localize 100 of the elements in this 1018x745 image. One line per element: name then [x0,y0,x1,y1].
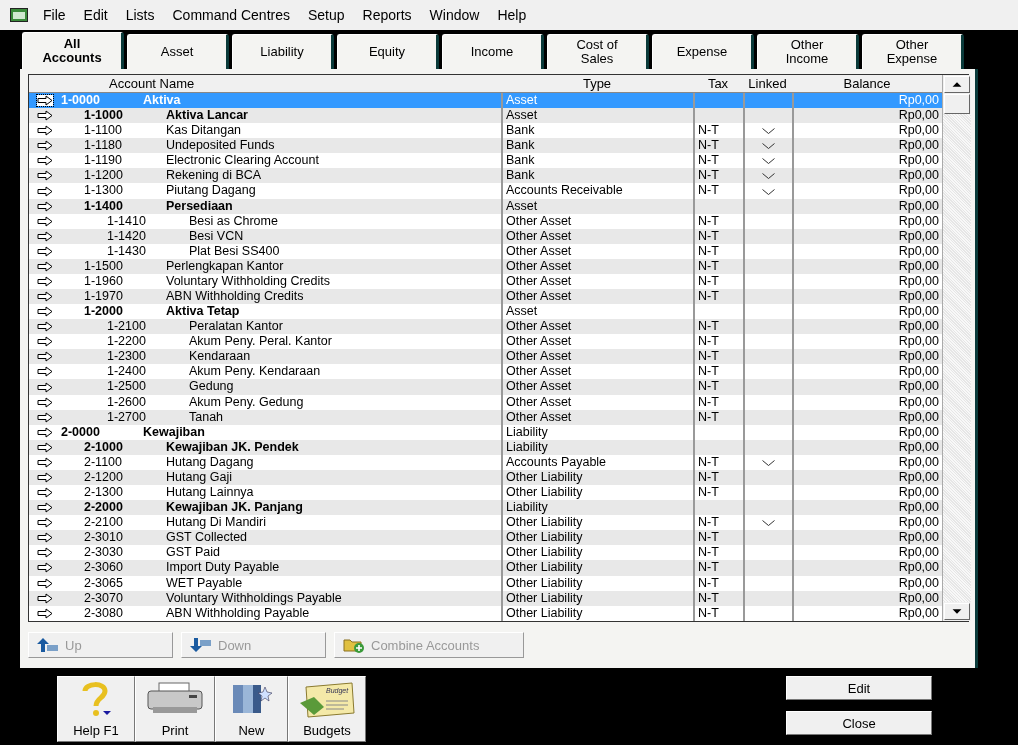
arrow-icon[interactable] [37,607,53,619]
arrow-icon[interactable] [37,245,53,257]
down-arrow-icon [190,637,212,653]
column-header[interactable]: Account Name [61,75,501,92]
menu-item[interactable]: Setup [299,7,354,23]
account-row[interactable]: 2-3010 GST Collected Other Liability N-T Rp0,00 [29,530,942,546]
arrow-icon[interactable] [37,155,53,167]
arrow-icon[interactable] [37,502,53,514]
arrow-icon[interactable] [37,185,53,197]
account-row[interactable]: 1-2300 Kendaraan Other Asset N-T Rp0,00 [29,349,942,365]
column-header[interactable]: Type [501,75,693,92]
account-row[interactable]: 1-1180 Undeposited Funds Bank N-T Rp0,00 [29,138,942,154]
tab[interactable]: Liability [232,34,334,69]
account-row[interactable]: 1-2100 Peralatan Kantor Other Asset N-T Rp0,00 [29,319,942,335]
menu-item[interactable]: Command Centres [163,7,299,23]
folder-plus-icon [343,637,365,653]
tab[interactable]: Other Expense [862,34,964,69]
arrow-icon[interactable] [37,110,53,122]
account-name: 2-0000 Kewajiban [61,424,206,440]
arrow-icon[interactable] [37,306,53,318]
edit-button[interactable]: Edit [786,676,932,700]
arrow-icon[interactable] [37,215,53,227]
arrow-icon[interactable] [37,230,53,242]
tab[interactable]: Equity [337,34,439,69]
account-name: 1-2100 Peralatan Kantor [106,319,284,335]
arrow-icon[interactable] [37,336,53,348]
account-row[interactable]: 2-3060 Import Duty Payable Other Liability N-T Rp0,00 [29,560,942,576]
account-row[interactable]: 1-1970 ABN Withholding Credits Other Asset N-T Rp0,00 [29,289,942,305]
tax-code: N-T [693,605,743,621]
scroll-up-icon[interactable] [944,76,970,93]
menu-item[interactable]: Help [488,7,536,23]
account-name: 2-2000 Kewajiban JK. Panjang [83,500,304,516]
check-icon [762,458,775,466]
scrollbar[interactable] [942,75,971,621]
tab[interactable]: Cost of Sales [547,34,649,69]
arrow-icon[interactable] [37,381,53,393]
account-name: 2-3030 GST Paid [83,545,221,561]
menu-item[interactable]: Edit [74,7,117,23]
tab[interactable]: Other Income [757,34,859,69]
tab[interactable]: Income [442,34,544,69]
account-name: 1-0000 Aktiva [61,93,182,109]
arrow-icon[interactable] [37,291,53,303]
account-name: 2-1000 Kewajiban JK. Pendek [83,439,300,455]
close-button[interactable]: Close [786,711,932,735]
account-name: 1-1200 Rekening di BCA [83,168,263,184]
arrow-icon[interactable] [37,200,53,212]
arrow-icon[interactable] [37,547,53,559]
menu-item[interactable]: Reports [353,7,421,23]
arrow-icon[interactable] [37,321,53,333]
account-name: 2-1300 Hutang Lainnya [83,485,255,501]
account-row[interactable]: 1-2500 Gedung Other Asset N-T Rp0,00 [29,379,942,395]
arrow-icon[interactable] [37,125,53,137]
account-name: 2-3060 Import Duty Payable [83,560,281,576]
account-name: 2-3010 GST Collected [83,530,249,546]
account-name: 2-2100 Hutang Di Mandiri [83,515,268,531]
account-row[interactable]: 1-1200 Rekening di BCA Bank N-T Rp0,00 [29,168,942,184]
help-button[interactable]: Help F1 [57,676,135,742]
print-button[interactable]: Print [135,676,215,742]
arrow-icon[interactable] [37,260,53,272]
arrow-icon[interactable] [37,411,53,423]
check-icon [762,172,775,180]
column-header[interactable]: Balance [792,75,942,92]
tab[interactable]: Expense [652,34,754,69]
arrow-icon[interactable] [37,275,53,287]
arrow-icon[interactable] [37,426,53,438]
scroll-down-icon[interactable] [944,603,970,620]
new-button[interactable]: New [215,676,288,742]
column-header[interactable]: Linked [743,75,792,92]
arrow-icon[interactable] [37,95,53,107]
arrow-icon[interactable] [37,487,53,499]
arrow-icon[interactable] [37,472,53,483]
account-name: 2-1200 Hutang Gaji [83,469,233,486]
window-icon[interactable] [10,8,28,22]
tab[interactable]: All Accounts [22,32,124,69]
arrow-icon[interactable] [37,592,53,604]
menu-item[interactable]: Lists [116,7,164,23]
arrow-icon[interactable] [37,351,53,363]
menu-item[interactable]: File [34,7,75,23]
arrow-icon[interactable] [37,456,53,468]
check-icon [762,127,775,135]
scroll-thumb[interactable] [944,94,970,114]
account-name: 1-1420 Besi VCN [106,228,245,244]
tab[interactable]: Asset [127,34,229,69]
check-icon [762,142,775,150]
arrow-icon[interactable] [37,441,53,453]
menu-item[interactable]: Window [420,7,489,23]
account-row[interactable]: 1-1000 Aktiva Lancar Asset Rp0,00 [29,108,942,124]
arrow-icon[interactable] [37,562,53,574]
arrow-icon[interactable] [37,170,53,182]
arrow-icon[interactable] [37,366,53,378]
column-header[interactable]: Tax [693,75,743,92]
account-name: 1-1500 Perlengkapan Kantor [83,258,285,274]
arrow-icon[interactable] [37,577,53,589]
account-name: 1-2000 Aktiva Tetap [83,304,241,320]
arrow-icon[interactable] [37,532,53,544]
arrow-icon[interactable] [37,517,53,529]
arrow-icon[interactable] [37,140,53,152]
arrow-icon[interactable] [37,396,53,408]
account-name: 1-1430 Plat Besi SS400 [106,243,281,259]
account-row[interactable]: 2-2000 Kewajiban JK. Panjang Liability Rp0,00 [29,500,942,516]
